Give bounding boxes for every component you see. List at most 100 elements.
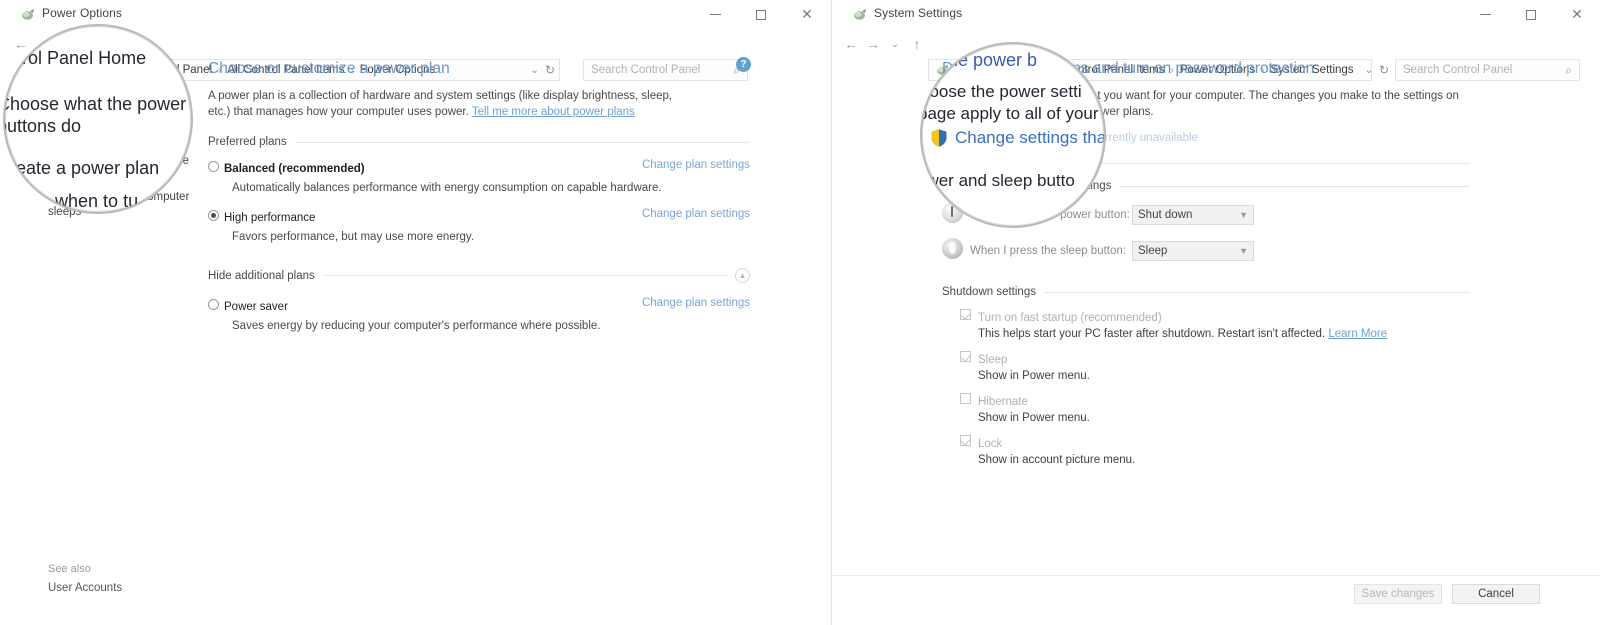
desktop-screen: Power Options ✕ ← → ⌄ ↑: [0, 0, 1600, 625]
back-icon[interactable]: ←: [840, 34, 862, 54]
right-window-title: System Settings: [874, 6, 962, 20]
preferred-plans-label: Preferred plans: [208, 136, 287, 148]
plan-desc-high-performance: Favors performance, but may use more ene…: [232, 231, 750, 243]
footer-divider: [832, 575, 1600, 576]
checkbox-sub-sleep: Show in Power menu.: [978, 370, 1470, 382]
power-options-window: Power Options ✕ ← → ⌄ ↑: [0, 0, 830, 625]
see-also-user-accounts[interactable]: User Accounts: [48, 582, 122, 594]
left-window-title: Power Options: [42, 6, 122, 20]
plan-name-high-performance: High performance: [224, 212, 315, 224]
divider: [1119, 186, 1470, 187]
checkbox-sub-lock: Show in account picture menu.: [978, 454, 1470, 466]
checkbox-sub-text: This helps start your PC faster after sh…: [978, 328, 1325, 340]
maximize-button[interactable]: [738, 0, 784, 29]
see-also-label: See also: [48, 563, 91, 575]
control-panel-icon: [20, 7, 36, 23]
lens-right-line-2: hoose the power setti: [920, 82, 1082, 102]
forward-icon[interactable]: →: [862, 34, 884, 54]
checkbox-label-sleep: Sleep: [978, 354, 1007, 366]
sleep-button-value: Sleep: [1138, 245, 1167, 257]
sleep-button-row: When I press the sleep button: Sleep ▼: [942, 241, 1470, 261]
cancel-button[interactable]: Cancel: [1452, 584, 1540, 604]
divider: [1044, 292, 1470, 293]
maximize-button[interactable]: [1508, 0, 1554, 29]
shutdown-settings-header: Shutdown settings: [942, 286, 1470, 298]
right-window-controls: ✕: [1462, 0, 1600, 29]
lens-right-line-3: page apply to all of your: [920, 104, 1099, 124]
divider: [323, 275, 727, 276]
checkbox-lock[interactable]: [960, 435, 971, 446]
control-panel-icon: [852, 7, 868, 23]
recent-pages-icon[interactable]: ⌄: [884, 34, 906, 54]
page-description: A power plan is a collection of hardware…: [208, 88, 688, 120]
shutdown-settings-label: Shutdown settings: [942, 286, 1036, 298]
power-button-select[interactable]: Shut down ▼: [1132, 205, 1254, 225]
right-nav-arrows: ← → ⌄ ↑: [840, 34, 928, 54]
checkbox-row-fast-startup[interactable]: Turn on fast startup (recommended) This …: [960, 308, 1470, 340]
page-title: Choose or customize a power plan: [208, 60, 750, 78]
plan-name-balanced: Balanced (recommended): [224, 163, 365, 175]
checkbox-row-sleep[interactable]: Sleep Show in Power menu.: [960, 350, 1470, 382]
checkbox-row-hibernate[interactable]: Hibernate Show in Power menu.: [960, 392, 1470, 424]
right-titlebar[interactable]: System Settings ✕: [832, 0, 1600, 29]
lens-left-line-4: Create a power plan: [3, 158, 159, 179]
additional-plans-group: Hide additional plans ▲ Power saver Chan…: [208, 268, 750, 332]
checkbox-label-hibernate: Hibernate: [978, 396, 1028, 408]
plan-row-balanced[interactable]: Balanced (recommended) Change plan setti…: [208, 159, 750, 194]
chevron-up-icon[interactable]: ▲: [735, 268, 750, 283]
checkbox-sub-hibernate: Show in Power menu.: [978, 412, 1470, 424]
learn-more-link[interactable]: Learn More: [1328, 328, 1387, 340]
lens-left-power-icon: [35, 199, 48, 212]
search-icon: ⌕: [1565, 63, 1572, 78]
footer-buttons: Save changes Cancel: [1354, 584, 1540, 604]
radio-balanced[interactable]: [208, 161, 219, 172]
chevron-down-icon: ▼: [1239, 210, 1248, 220]
sleep-button-select[interactable]: Sleep ▼: [1132, 241, 1254, 261]
checkbox-row-lock[interactable]: Lock Show in account picture menu.: [960, 434, 1470, 466]
hide-additional-plans-header[interactable]: Hide additional plans ▲: [208, 268, 750, 283]
left-titlebar[interactable]: Power Options ✕: [0, 0, 830, 29]
close-button[interactable]: ✕: [784, 0, 830, 29]
plan-desc-balanced: Automatically balances performance with …: [232, 182, 750, 194]
lens-left-line-3: buttons do: [3, 116, 81, 137]
left-window-controls: ✕: [692, 0, 830, 29]
save-changes-button[interactable]: Save changes: [1354, 584, 1442, 604]
left-content: Choose or customize a power plan A power…: [208, 60, 750, 332]
radio-high-performance[interactable]: [208, 210, 219, 221]
up-icon[interactable]: ↑: [906, 34, 928, 54]
checkbox-label-lock: Lock: [978, 438, 1002, 450]
checkbox-label-fast-startup: Turn on fast startup (recommended): [978, 312, 1162, 324]
plan-desc-power-saver: Saves energy by reducing your computer's…: [232, 320, 750, 332]
plan-row-high-performance[interactable]: High performance Change plan settings Fa…: [208, 208, 750, 243]
plan-row-power-saver[interactable]: Power saver Change plan settings Saves e…: [208, 297, 750, 332]
minimize-button[interactable]: [1462, 0, 1508, 29]
checkbox-hibernate[interactable]: [960, 393, 971, 404]
minimize-button[interactable]: [692, 0, 738, 29]
lens-right-uac-shield-icon: [929, 128, 949, 148]
preferred-plans-group: Preferred plans Balanced (recommended) C…: [208, 136, 750, 243]
close-button[interactable]: ✕: [1554, 0, 1600, 29]
lens-left-line-1: ontrol Panel Home: [3, 48, 146, 69]
magnifier-lens-left: ontrol Panel Home Choose what the power …: [3, 24, 193, 214]
power-plans-link[interactable]: Tell me more about power plans: [472, 106, 635, 118]
preferred-plans-header: Preferred plans: [208, 136, 750, 148]
magnifier-lens-right: ine power b hoose the power setti page a…: [920, 42, 1106, 228]
system-settings-window: System Settings ✕ ← → ⌄ ↑: [831, 0, 1600, 625]
checkbox-sub-fast-startup: This helps start your PC faster after sh…: [978, 328, 1470, 340]
chevron-down-icon: ▼: [1239, 246, 1248, 256]
sleep-button-icon: [942, 238, 963, 259]
change-plan-settings-balanced[interactable]: Change plan settings: [642, 159, 750, 171]
lens-right-line-1: ine power b: [944, 50, 1037, 71]
radio-power-saver[interactable]: [208, 299, 219, 310]
change-plan-settings-high-performance[interactable]: Change plan settings: [642, 208, 750, 220]
hide-additional-plans-label: Hide additional plans: [208, 270, 315, 282]
change-plan-settings-power-saver[interactable]: Change plan settings: [642, 297, 750, 309]
lens-right-line-5: ower and sleep butto: [920, 171, 1075, 191]
checkbox-sleep[interactable]: [960, 351, 971, 362]
divider: [295, 142, 750, 143]
plan-name-power-saver: Power saver: [224, 301, 288, 313]
lens-left-line-2: Choose what the power: [3, 94, 186, 115]
checkbox-fast-startup[interactable]: [960, 309, 971, 320]
power-button-value: Shut down: [1138, 209, 1192, 221]
sleep-button-label: When I press the sleep button:: [970, 245, 1132, 257]
